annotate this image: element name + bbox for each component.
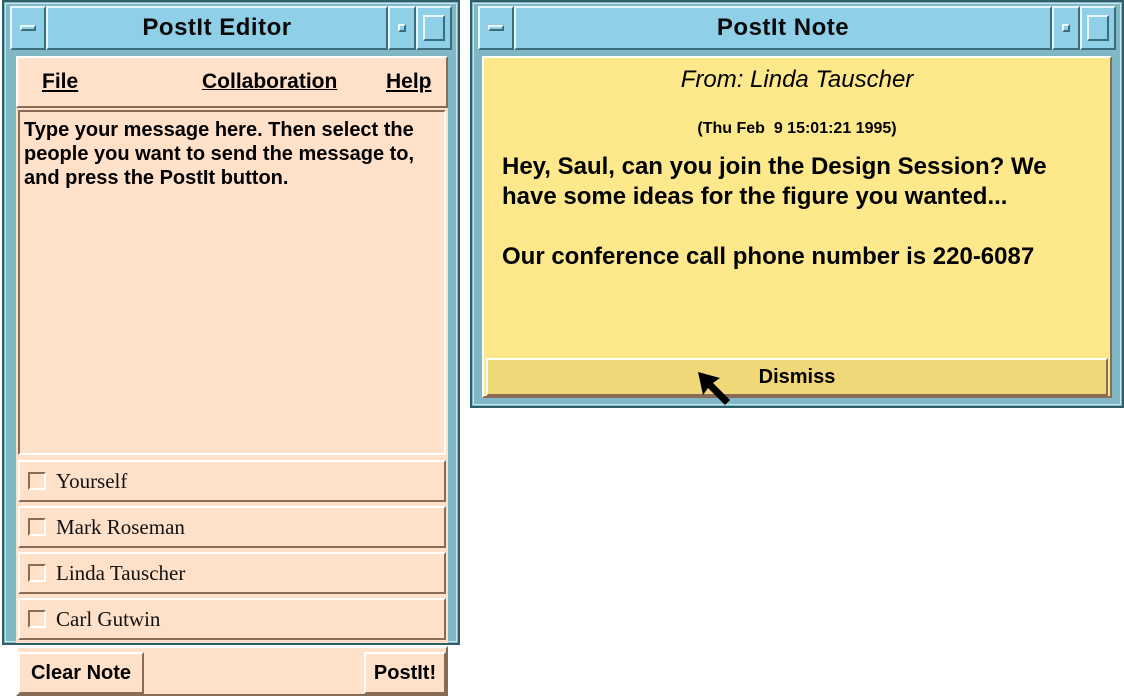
checkbox-icon [28,472,46,490]
menu-file[interactable]: File [42,70,78,94]
editor-title: PostIt Editor [46,6,388,50]
dismiss-button[interactable]: Dismiss [486,358,1108,396]
recipient-checkbox-linda-tauscher[interactable]: Linda Tauscher [18,552,446,594]
recipient-checkbox-mark-roseman[interactable]: Mark Roseman [18,506,446,548]
recipient-checkbox-carl-gutwin[interactable]: Carl Gutwin [18,598,446,640]
maximize-icon [1087,15,1109,41]
maximize-icon [423,15,445,41]
recipient-label: Yourself [56,468,128,493]
editor-menubar: File Collaboration Help [16,56,448,108]
minimize-icon [398,24,406,32]
clear-note-button[interactable]: Clear Note [18,652,144,694]
menu-collaboration[interactable]: Collaboration [202,70,337,94]
note-title: PostIt Note [514,6,1052,50]
note-timestamp: (Thu Feb 9 15:01:21 1995) [697,120,897,137]
note-message: Hey, Saul, can you join the Design Sessi… [502,153,1047,270]
recipient-label: Mark Roseman [56,514,185,539]
postit-note-window: PostIt Note From: Linda Tauscher (Thu Fe… [470,0,1124,408]
menu-collaboration-label: Collaboration [202,70,338,93]
menu-help[interactable]: Help [386,70,432,94]
postit-editor-window: PostIt Editor File Collaboration Help Ty… [2,0,460,696]
recipient-label: Carl Gutwin [56,606,161,631]
maximize-button[interactable] [416,6,452,50]
note-from: From: Linda Tauscher [680,66,914,93]
checkbox-icon [28,610,46,628]
editor-body: File Collaboration Help Type your messag… [16,56,448,696]
window-menu-button[interactable] [10,6,46,50]
menu-file-label: File [42,70,79,93]
minimize-button[interactable] [388,6,416,50]
window-menu-icon [488,25,504,31]
window-menu-icon [20,25,36,31]
editor-titlebar[interactable]: PostIt Editor [10,6,452,50]
postit-button[interactable]: PostIt! [364,652,446,694]
note-body: From: Linda Tauscher (Thu Feb 9 15:01:21… [482,56,1112,398]
recipient-label: Linda Tauscher [56,560,186,585]
note-titlebar[interactable]: PostIt Note [478,6,1116,50]
menu-help-label: Help [386,70,432,93]
editor-button-bar: Clear Note PostIt! [16,646,448,696]
checkbox-icon [28,518,46,536]
minimize-icon [1062,24,1070,32]
recipient-checkbox-yourself[interactable]: Yourself [18,460,446,502]
maximize-button[interactable] [1080,6,1116,50]
mouse-pointer-icon [698,372,730,405]
minimize-button[interactable] [1052,6,1080,50]
checkbox-icon [28,564,46,582]
window-menu-button[interactable] [478,6,514,50]
message-textarea[interactable]: Type your message here. Then select the … [18,110,446,455]
